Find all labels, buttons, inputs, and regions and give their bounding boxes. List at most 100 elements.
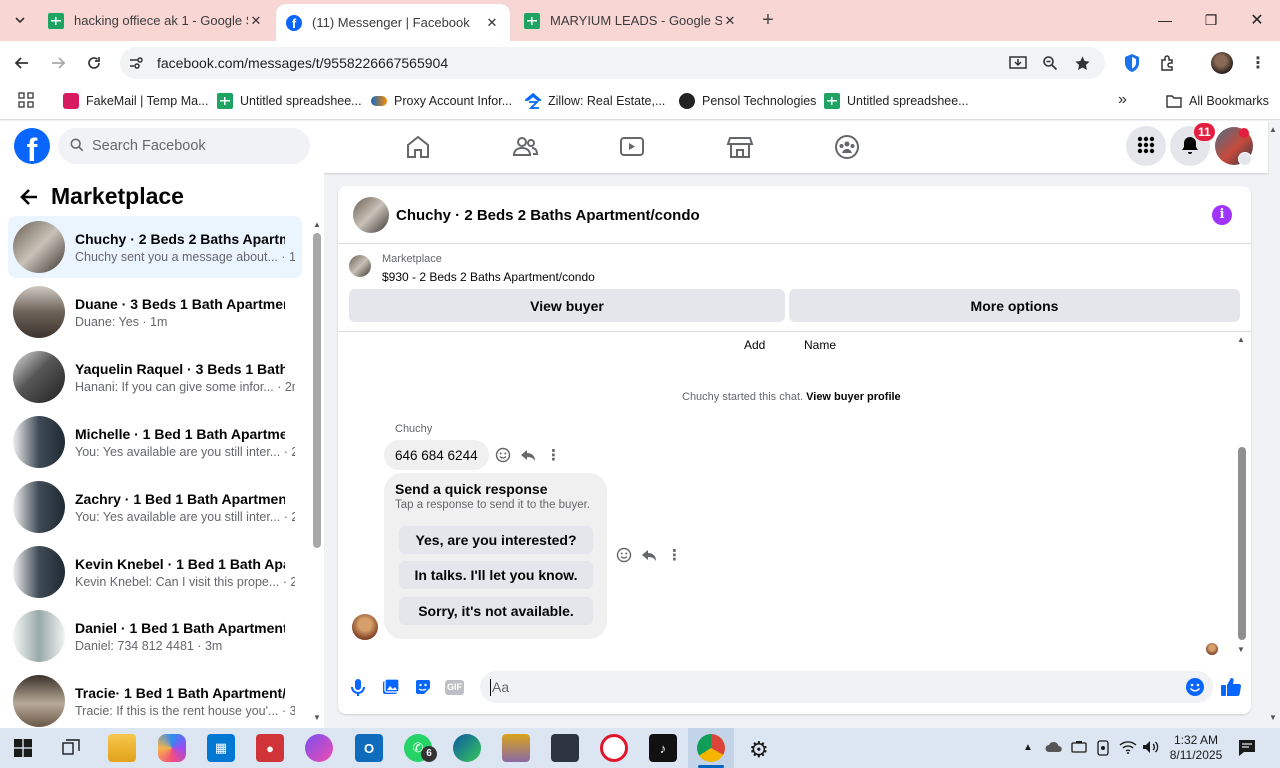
marketplace-icon[interactable] (726, 133, 754, 161)
volume-icon[interactable] (1142, 740, 1160, 757)
remote-desktop-icon[interactable] (551, 734, 579, 762)
conversation-item[interactable]: Michelle · 1 Bed 1 Bath Apartme... You: Y… (8, 411, 302, 473)
react-emoji-icon[interactable] (495, 447, 511, 466)
outlook-icon[interactable]: O (355, 734, 383, 762)
sticker-icon[interactable] (414, 678, 432, 699)
all-bookmarks[interactable]: All Bookmarks (1166, 92, 1269, 110)
quick-response-button[interactable]: Sorry, it's not available. (399, 597, 593, 625)
conversation-item[interactable]: Daniel · 1 Bed 1 Bath Apartment... Daniel… (8, 605, 302, 667)
battery-saver-icon[interactable] (1071, 740, 1087, 757)
view-buyer-profile-link[interactable]: View buyer profile (806, 391, 901, 403)
reload-icon[interactable] (80, 49, 108, 77)
vpn-shield-icon[interactable] (1118, 49, 1146, 77)
reply-icon[interactable] (641, 547, 657, 566)
chat-scroll-up-arrow[interactable]: ▲ (1237, 335, 1245, 344)
chat-listing-avatar[interactable] (353, 197, 389, 233)
onedrive-icon[interactable] (1045, 741, 1063, 756)
conversation-item[interactable]: Yaquelin Raquel · 3 Beds 1 Bath ... Hanan… (8, 346, 302, 408)
message-more-icon[interactable]: ⋮ (667, 546, 682, 564)
badge-app-icon[interactable] (502, 734, 530, 762)
reply-icon[interactable] (520, 447, 536, 466)
close-icon[interactable]: ✕ (248, 13, 264, 29)
view-buyer-button[interactable]: View buyer (349, 289, 785, 322)
tray-overflow-icon[interactable]: ▲ (1023, 742, 1033, 753)
music-app-icon[interactable] (305, 734, 333, 762)
quick-response-button[interactable]: Yes, are you interested? (399, 526, 593, 554)
conversation-item[interactable]: Chuchy · 2 Beds 2 Baths Apartm... Chuchy … (8, 216, 302, 278)
bookmark-zillow[interactable]: Zillow: Real Estate,... (523, 92, 665, 110)
add-action-label[interactable]: Add (744, 338, 765, 352)
browser-tab-3[interactable]: MARYIUM LEADS - Google She ✕ (514, 0, 748, 41)
bookmark-spreadsheet-2[interactable]: Untitled spreadshee... (824, 92, 969, 110)
bookmark-pensol[interactable]: Pensol Technologies (679, 92, 816, 110)
bookmark-star-icon[interactable] (1068, 49, 1096, 77)
restore-icon[interactable]: ❐ (1188, 0, 1234, 40)
new-tab-icon[interactable]: + (754, 6, 782, 34)
screen-recorder-icon[interactable]: ● (256, 734, 284, 762)
groups-icon[interactable] (833, 133, 861, 161)
account-chevron-icon[interactable] (1238, 152, 1252, 166)
facebook-logo-icon[interactable]: f (14, 128, 50, 164)
chrome-icon[interactable] (697, 734, 725, 762)
apps-grid-icon[interactable] (18, 92, 34, 108)
page-scroll-up-arrow[interactable]: ▲ (1269, 125, 1277, 134)
chrome-menu-icon[interactable]: ⋮ (1244, 49, 1272, 77)
friends-icon[interactable] (511, 133, 539, 161)
window-close-icon[interactable]: ✕ (1234, 0, 1280, 40)
windows-start-icon[interactable] (14, 739, 32, 760)
name-action-label[interactable]: Name (804, 338, 836, 352)
message-bubble[interactable]: 646 684 6244 (384, 440, 489, 470)
notification-center-icon[interactable] (1238, 739, 1256, 760)
task-view-icon[interactable] (62, 739, 80, 760)
search-input[interactable]: Search Facebook (58, 128, 310, 164)
install-app-icon[interactable] (1004, 49, 1032, 77)
bookmarks-overflow-icon[interactable]: » (1118, 91, 1127, 109)
menu-grid-button[interactable] (1126, 126, 1166, 166)
conversation-item[interactable]: Zachry · 1 Bed 1 Bath Apartment... You: Y… (8, 476, 302, 538)
browser-tab-1[interactable]: hacking offiece ak 1 - Google Sh ✕ (38, 0, 274, 41)
scroll-down-arrow[interactable]: ▼ (313, 713, 321, 722)
react-emoji-icon[interactable] (616, 547, 632, 566)
close-icon[interactable]: ✕ (722, 13, 738, 29)
profile-avatar[interactable] (1211, 52, 1233, 74)
like-thumb-icon[interactable] (1220, 676, 1242, 701)
browser-tab-2-active[interactable]: f (11) Messenger | Facebook ✕ (276, 4, 510, 41)
conversation-item[interactable]: Kevin Knebel · 1 Bed 1 Bath Apar... Kevin… (8, 541, 302, 603)
back-arrow-icon[interactable] (18, 186, 40, 208)
conversation-item[interactable]: Duane · 3 Beds 1 Bath Apartmen... Duane: … (8, 281, 302, 343)
back-icon[interactable] (8, 49, 36, 77)
copilot-icon[interactable] (158, 734, 186, 762)
quick-response-button[interactable]: In talks. I'll let you know. (399, 561, 593, 589)
tiktok-icon[interactable]: ♪ (649, 734, 677, 762)
chat-title[interactable]: Chuchy · 2 Beds 2 Baths Apartment/condo (396, 207, 700, 224)
close-icon[interactable]: ✕ (484, 15, 500, 31)
device-icon[interactable] (1096, 740, 1110, 759)
sender-avatar[interactable] (352, 614, 378, 640)
page-scroll-down-arrow[interactable]: ▼ (1269, 713, 1277, 722)
more-options-button[interactable]: More options (789, 289, 1240, 322)
scroll-up-arrow[interactable]: ▲ (313, 220, 321, 229)
zoom-icon[interactable] (1036, 49, 1064, 77)
bookmark-spreadsheet-1[interactable]: Untitled spreadshee... (217, 92, 362, 110)
chat-scroll-down-arrow[interactable]: ▼ (1237, 645, 1245, 654)
forward-icon[interactable] (44, 49, 72, 77)
wifi-icon[interactable] (1119, 740, 1137, 757)
tab-search-icon[interactable] (6, 6, 34, 34)
left-scrollbar-thumb[interactable] (313, 233, 321, 548)
emoji-picker-icon[interactable] (1185, 677, 1205, 700)
minimize-icon[interactable]: — (1142, 0, 1188, 40)
settings-gear-icon[interactable]: ⚙ (749, 737, 769, 763)
listing-title[interactable]: $930 - 2 Beds 2 Baths Apartment/condo (382, 270, 595, 284)
gif-icon[interactable]: GIF (445, 680, 464, 695)
site-info-icon[interactable] (122, 49, 150, 77)
opera-icon[interactable] (600, 734, 628, 762)
extensions-icon[interactable] (1154, 49, 1182, 77)
message-input[interactable]: Aa (480, 671, 1213, 703)
attach-photo-icon[interactable] (382, 678, 400, 699)
clock[interactable]: 1:32 AM 8/11/2025 (1160, 733, 1232, 763)
edge-icon[interactable] (453, 734, 481, 762)
video-icon[interactable] (618, 133, 646, 161)
url-text[interactable]: facebook.com/messages/t/9558226667565904 (157, 55, 448, 71)
chat-scrollbar-thumb[interactable] (1238, 447, 1246, 640)
bookmark-proxy[interactable]: Proxy Account Infor... (371, 92, 512, 110)
